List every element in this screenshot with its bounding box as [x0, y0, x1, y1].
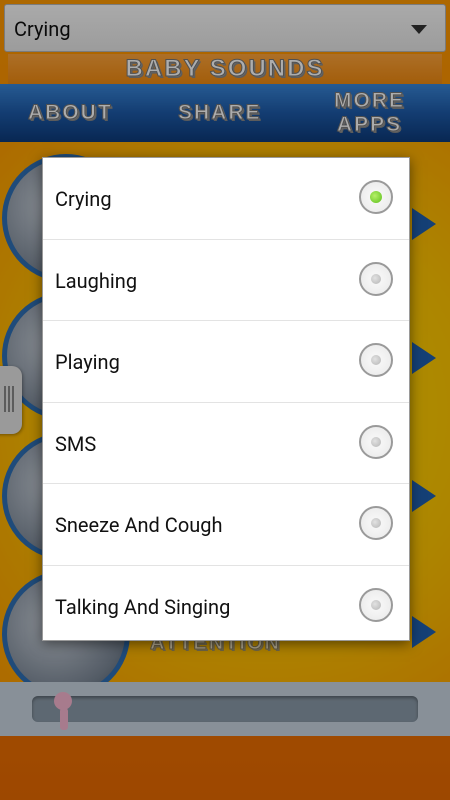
sound-category-dialog: Crying Laughing Playing SMS Sneeze And C… — [42, 157, 410, 641]
radio-button[interactable] — [359, 424, 393, 459]
radio-button[interactable] — [359, 506, 393, 540]
option-talking-and-singing[interactable]: Talking And Singing — [43, 566, 409, 647]
radio-button[interactable] — [359, 587, 393, 622]
radio-dot — [371, 599, 381, 610]
option-sms[interactable]: SMS — [43, 403, 409, 484]
option-label: Sneeze And Cough — [55, 513, 223, 537]
radio-button-checked[interactable] — [359, 180, 393, 214]
option-label: SMS — [55, 431, 97, 456]
option-label: Talking And Singing — [55, 594, 231, 619]
radio-dot — [371, 436, 381, 447]
option-label: Playing — [55, 350, 120, 374]
option-playing[interactable]: Playing — [43, 321, 409, 403]
radio-dot — [371, 355, 381, 365]
radio-dot — [371, 518, 381, 528]
option-sneeze-and-cough[interactable]: Sneeze And Cough — [43, 484, 409, 566]
radio-dot — [371, 273, 381, 284]
option-label: Laughing — [55, 268, 138, 293]
radio-button[interactable] — [359, 343, 393, 377]
option-laughing[interactable]: Laughing — [43, 240, 409, 321]
radio-dot — [370, 191, 382, 203]
option-crying[interactable]: Crying — [43, 158, 409, 240]
option-label: Crying — [55, 187, 112, 211]
radio-button[interactable] — [359, 261, 393, 296]
